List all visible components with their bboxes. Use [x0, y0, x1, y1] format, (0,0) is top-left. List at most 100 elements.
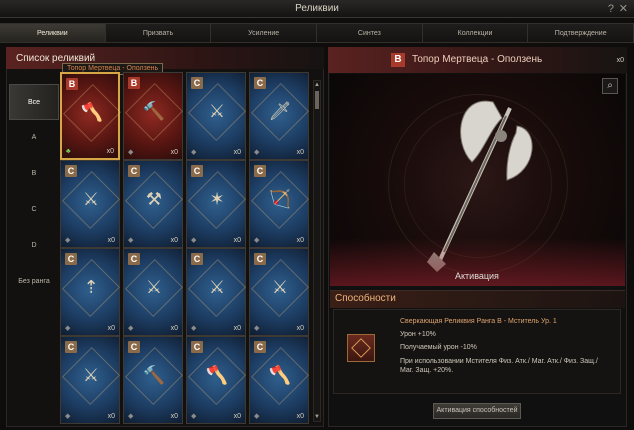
relic-card-grade: C [191, 165, 203, 177]
detail-title: Топор Мертвеца - Оползень [412, 54, 543, 65]
tab-bar: Реликвии Призвать Усиление Синтез Коллек… [0, 23, 634, 43]
gem-icon: ◆ [254, 325, 260, 332]
relic-card-count: x0 [170, 413, 178, 420]
tab-confirmation[interactable]: Подтверждение [528, 23, 634, 43]
relic-card-count: x0 [296, 237, 304, 244]
zoom-search-button[interactable]: ⌕ [602, 78, 618, 94]
gem-icon: ◆ [128, 237, 134, 244]
scepter-icon: ✶ [209, 189, 225, 209]
activate-abilities-button[interactable]: Активация способностей [433, 403, 521, 419]
gem-icon: ◆ [65, 325, 71, 332]
relic-card-count: x0 [107, 413, 115, 420]
relic-card-count: x0 [233, 413, 241, 420]
gem-icon: ◆ [65, 413, 71, 420]
filter-d[interactable]: D [9, 228, 59, 264]
scroll-thumb[interactable] [315, 91, 319, 109]
filter-c[interactable]: C [9, 192, 59, 228]
scroll-down-icon[interactable]: ▼ [314, 413, 320, 421]
help-button[interactable]: ? [608, 0, 614, 18]
relic-card-grade: C [254, 341, 266, 353]
relic-card-count: x0 [107, 325, 115, 332]
relic-card[interactable]: C ⚔ ◆ x0 [60, 160, 120, 248]
gem-icon: ◆ [191, 325, 197, 332]
relic-card-grade: C [65, 253, 77, 265]
relic-card[interactable]: C 🪓 ◆ x0 [249, 336, 309, 424]
relic-card-count: x0 [296, 149, 304, 156]
tab-relics[interactable]: Реликвии [0, 23, 106, 43]
relic-card[interactable]: C 🗡 ◆ x0 [249, 72, 309, 160]
ability-relic-icon [347, 334, 375, 362]
relic-card[interactable]: C ⚔ ◆ x0 [186, 72, 246, 160]
relic-card-count: x0 [296, 413, 304, 420]
gem-icon: ◆ [128, 325, 134, 332]
dagger-icon: 🗡 [268, 101, 292, 121]
grade-filter-list: Все A B C D Без ранга [9, 84, 59, 300]
relic-card[interactable]: C 🔨 ◆ x0 [123, 336, 183, 424]
relic-scrollbar[interactable]: ▲ ▼ [313, 80, 321, 422]
detail-count: x0 [616, 57, 624, 64]
scroll-up-icon[interactable]: ▲ [314, 81, 320, 89]
axe-icon: 🪓 [80, 102, 104, 122]
close-button[interactable]: ✕ [619, 0, 628, 18]
relic-card[interactable]: C ⚔ ◆ x0 [249, 248, 309, 336]
axe-icon: 🪓 [268, 365, 292, 385]
relic-card-count: x0 [233, 149, 241, 156]
filter-b[interactable]: B [9, 156, 59, 192]
spear-icon: ⇡ [83, 277, 99, 297]
gem-icon: ◆ [191, 413, 197, 420]
gem-icon: ◆ [254, 237, 260, 244]
relic-card-grade: C [128, 165, 140, 177]
mace-icon: ⚒ [145, 189, 163, 209]
abilities-title: Способности [335, 293, 396, 304]
relic-card[interactable]: C ⇡ ◆ x0 [60, 248, 120, 336]
relic-card-grade: C [65, 341, 77, 353]
crossed-swords-icon: ⚔ [208, 277, 226, 297]
filter-a[interactable]: A [9, 120, 59, 156]
relic-card[interactable]: C 🪓 ◆ x0 [186, 336, 246, 424]
relic-card[interactable]: C ⚔ ◆ x0 [60, 336, 120, 424]
relic-card-grade: C [128, 341, 140, 353]
relic-card[interactable]: C 🏹 ◆ x0 [249, 160, 309, 248]
relic-card-count: x0 [170, 237, 178, 244]
relic-card[interactable]: C ⚔ ◆ x0 [186, 248, 246, 336]
preview-label: Активация [455, 271, 499, 281]
relic-card-count: x0 [106, 148, 114, 155]
relic-card-grade: B [66, 78, 78, 90]
relic-card[interactable]: B 🪓 ♣ x0 [60, 72, 121, 160]
relic-card-count: x0 [233, 237, 241, 244]
relic-card-grade: C [254, 165, 266, 177]
ability-title: Сверкающая Реликвия Ранга B - Мститель У… [400, 318, 557, 325]
filter-no-rank[interactable]: Без ранга [9, 264, 59, 300]
tab-summon[interactable]: Призвать [105, 23, 212, 43]
crossed-swords-icon: ⚔ [82, 365, 100, 385]
tab-synthesis[interactable]: Синтез [317, 23, 423, 43]
relic-card-count: x0 [170, 325, 178, 332]
ability-line-received-damage: Получаемый урон -10% [400, 344, 477, 351]
gem-icon: ◆ [65, 237, 71, 244]
window-titlebar: Реликвии ? ✕ [0, 0, 634, 18]
detail-grade-badge: B [391, 53, 405, 67]
window-title: Реликвии [295, 3, 339, 14]
tab-collections[interactable]: Коллекции [422, 23, 529, 43]
crossed-swords-icon: ⚔ [271, 277, 289, 297]
relic-card[interactable]: C ✶ ◆ x0 [186, 160, 246, 248]
filter-all[interactable]: Все [9, 84, 59, 120]
relic-card-grade: C [254, 253, 266, 265]
gem-icon: ◆ [128, 149, 134, 156]
sword-icon: ⚔ [82, 189, 100, 209]
gem-icon: ◆ [254, 149, 260, 156]
tab-enhance[interactable]: Усиление [211, 23, 318, 43]
relic-card-grade: C [254, 77, 266, 89]
gem-icon: ◆ [191, 149, 197, 156]
relic-preview [330, 74, 625, 286]
relic-card[interactable]: B 🔨 ◆ x0 [123, 72, 183, 160]
axe-icon: 🪓 [205, 365, 229, 385]
relic-card[interactable]: C ⚔ ◆ x0 [123, 248, 183, 336]
relic-card-grade: C [191, 341, 203, 353]
relic-card-grade: C [128, 253, 140, 265]
hammer-icon: 🔨 [142, 101, 166, 121]
relic-card-count: x0 [233, 325, 241, 332]
ability-line-damage: Урон +10% [400, 331, 436, 338]
relic-card-count: x0 [296, 325, 304, 332]
relic-card[interactable]: C ⚒ ◆ x0 [123, 160, 183, 248]
